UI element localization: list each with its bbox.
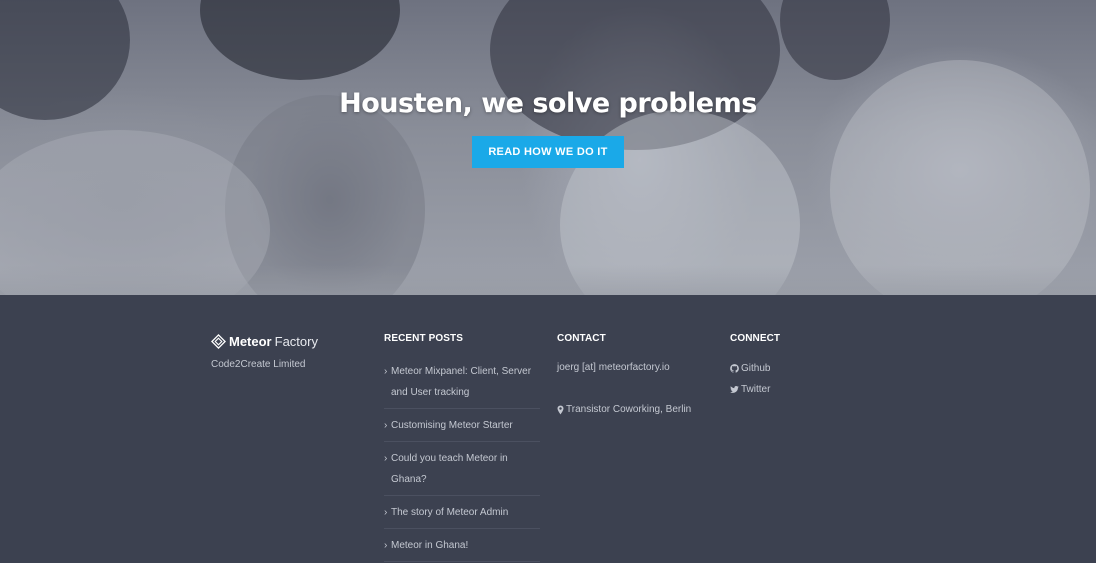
brand-subtitle: Code2Create Limited	[211, 359, 306, 370]
brand-name-bold: Meteor	[229, 333, 272, 349]
contact-title: CONTACT	[557, 333, 606, 344]
chevron-right-icon: ›	[384, 420, 388, 431]
hero-banner: Housten, we solve problems READ HOW WE D…	[0, 0, 1096, 295]
chevron-right-icon: ›	[384, 366, 388, 377]
footer-brand: Meteor Factory Code2Create Limited	[211, 332, 361, 371]
recent-post-link[interactable]: › Meteor Mixpanel: Client, Server and Us…	[384, 361, 540, 409]
chevron-right-icon: ›	[384, 453, 388, 464]
twitter-icon	[730, 385, 739, 393]
contact-location-label: Transistor Coworking, Berlin	[566, 404, 692, 415]
read-how-button[interactable]: READ HOW WE DO IT	[472, 136, 624, 168]
hero-content: Housten, we solve problems READ HOW WE D…	[0, 88, 1096, 168]
map-marker-icon	[557, 405, 564, 415]
contact-location: Transistor Coworking, Berlin	[557, 403, 717, 417]
contact-spacer	[557, 375, 717, 403]
recent-posts-title: RECENT POSTS	[384, 333, 463, 344]
chevron-right-icon: ›	[384, 507, 388, 518]
recent-post-label: The story of Meteor Admin	[391, 507, 509, 518]
hero-title: Housten, we solve problems	[339, 88, 757, 119]
hero-photo-shape	[780, 0, 890, 80]
github-icon	[730, 363, 739, 373]
recent-posts-list: › Meteor Mixpanel: Client, Server and Us…	[384, 361, 540, 562]
connect-title: CONNECT	[730, 333, 781, 344]
contact-email: joerg [at] meteorfactory.io	[557, 362, 670, 373]
hero-photo-shape	[0, 265, 1096, 295]
recent-post-label: Could you teach Meteor in Ghana?	[391, 453, 508, 485]
brand-logo-link[interactable]: Meteor Factory	[211, 332, 361, 350]
twitter-link[interactable]: Twitter	[730, 382, 850, 396]
github-label: Github	[741, 362, 771, 374]
brand-name-light: Factory	[274, 333, 318, 349]
recent-post-label: Customising Meteor Starter	[391, 420, 513, 431]
recent-posts-column: RECENT POSTS › Meteor Mixpanel: Client, …	[384, 333, 540, 562]
recent-post-link[interactable]: › The story of Meteor Admin	[384, 502, 540, 529]
github-link[interactable]: Github	[730, 361, 850, 375]
twitter-label: Twitter	[741, 383, 771, 395]
recent-post-link[interactable]: › Meteor in Ghana!	[384, 535, 540, 562]
recent-post-label: Meteor in Ghana!	[391, 540, 469, 551]
chevron-right-icon: ›	[384, 540, 388, 551]
hero-photo-shape	[200, 0, 400, 80]
contact-column: CONTACT joerg [at] meteorfactory.io Tran…	[557, 333, 717, 417]
connect-column: CONNECT Github Twitter	[730, 333, 850, 403]
meteor-diamond-logo-icon	[211, 333, 226, 349]
recent-post-link[interactable]: › Could you teach Meteor in Ghana?	[384, 448, 540, 496]
site-footer: Meteor Factory Code2Create Limited RECEN…	[0, 295, 1096, 563]
recent-post-link[interactable]: › Customising Meteor Starter	[384, 415, 540, 442]
recent-post-label: Meteor Mixpanel: Client, Server and User…	[391, 366, 532, 398]
